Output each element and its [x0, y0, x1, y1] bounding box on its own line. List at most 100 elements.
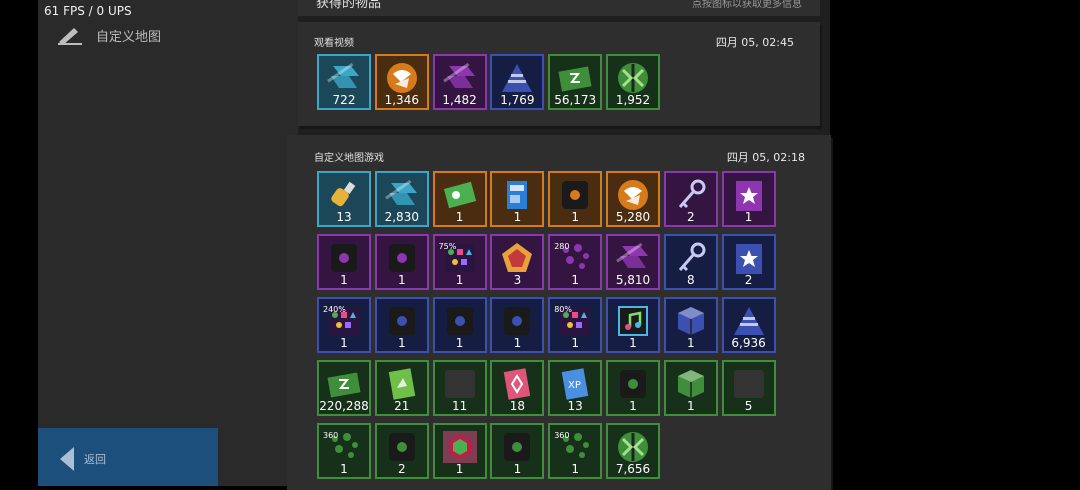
- stripes-icon: [327, 62, 359, 88]
- fps-counter: 61 FPS / 0 UPS: [44, 4, 132, 18]
- item-tile[interactable]: 1: [490, 171, 545, 227]
- cube-icon: [677, 307, 704, 335]
- item-count: 1,952: [615, 93, 651, 107]
- item-count: 2: [686, 210, 695, 224]
- banner-icon: [388, 368, 416, 400]
- item-tile[interactable]: 1,952: [606, 54, 660, 110]
- item-count: 1,482: [442, 93, 477, 107]
- item-count: 5: [744, 399, 753, 413]
- item-badge: 280: [554, 242, 570, 251]
- panel-title: 观看视频: [314, 38, 354, 49]
- coin-icon: [386, 63, 417, 93]
- item-tile[interactable]: 1: [432, 423, 487, 479]
- chip-icon: [504, 433, 531, 461]
- item-tile[interactable]: 1: [432, 297, 487, 353]
- item-count: 2,830: [384, 210, 419, 224]
- item-tile[interactable]: 1,346: [374, 54, 429, 110]
- music-icon: [618, 306, 648, 336]
- item-tile[interactable]: 75% 1: [432, 234, 487, 290]
- item-count: 1: [397, 336, 406, 350]
- item-tile[interactable]: 5: [721, 360, 776, 416]
- item-tile[interactable]: 1: [721, 171, 776, 227]
- item-tile[interactable]: 80% 1: [548, 297, 603, 353]
- item-tile[interactable]: 8: [663, 234, 718, 290]
- item-count: 5,810: [615, 273, 651, 287]
- item-tile[interactable]: 7,656: [606, 423, 660, 479]
- item-tile[interactable]: 2: [721, 234, 776, 290]
- panel-title: 自定义地图游戏: [314, 153, 384, 164]
- item-tile[interactable]: 220,288: [317, 360, 371, 416]
- items-header: 获得的物品 点按图标以获取更多信息: [298, 0, 820, 16]
- item-tile[interactable]: 2: [374, 423, 429, 479]
- back-button[interactable]: 返回: [58, 446, 106, 472]
- chip-icon: [620, 370, 646, 398]
- item-tile[interactable]: 5,280: [606, 171, 660, 227]
- item-tile[interactable]: 1: [432, 171, 487, 227]
- item-tile[interactable]: 3: [490, 234, 545, 290]
- item-tile[interactable]: 1: [490, 423, 545, 479]
- item-tile[interactable]: 1: [663, 297, 718, 353]
- item-tile[interactable]: 1: [606, 360, 660, 416]
- green-coin-icon: [618, 63, 648, 93]
- star-banner-icon: [735, 181, 762, 211]
- item-tile[interactable]: 280 1: [548, 234, 603, 290]
- item-tile[interactable]: 11: [432, 360, 487, 416]
- chip-icon: [388, 244, 415, 272]
- item-count: 722: [332, 93, 356, 107]
- item-tile[interactable]: 1: [317, 234, 371, 290]
- pentagon-icon: [502, 243, 533, 272]
- item-tile[interactable]: 1: [606, 297, 660, 353]
- item-count: 1: [340, 336, 348, 350]
- item-badge: 240%: [323, 305, 346, 314]
- item-count: 3: [513, 273, 522, 287]
- item-tile[interactable]: 18: [490, 360, 545, 416]
- item-tile[interactable]: 56,173: [548, 54, 603, 110]
- item-tile[interactable]: 1: [490, 297, 545, 353]
- item-tile[interactable]: 240% 1: [317, 297, 371, 353]
- item-count: 1: [340, 462, 348, 476]
- item-tile[interactable]: 360 1: [548, 423, 603, 479]
- item-count: 1: [744, 210, 753, 224]
- stripes-icon: [384, 179, 417, 205]
- item-tile[interactable]: 2: [663, 171, 718, 227]
- item-count: 1: [686, 399, 695, 413]
- item-tile[interactable]: 5,810: [606, 234, 660, 290]
- chip-icon: [446, 307, 473, 335]
- item-count: 1: [571, 273, 579, 287]
- item-tile[interactable]: 13: [317, 171, 371, 227]
- item-count: 1: [397, 273, 406, 287]
- sidebar: [38, 0, 298, 486]
- item-count: 1: [629, 336, 637, 350]
- item-tile[interactable]: 1: [548, 171, 603, 227]
- green-coin-icon: [618, 432, 648, 462]
- item-count: 1: [455, 462, 464, 476]
- item-tile[interactable]: 1: [374, 297, 429, 353]
- item-count: 1: [571, 210, 579, 224]
- sidebar-item-custom-map[interactable]: 自定义地图: [56, 24, 161, 46]
- item-tile[interactable]: 6,936: [721, 297, 776, 353]
- item-count: 56,173: [554, 93, 597, 107]
- item-count: 5,280: [615, 210, 651, 224]
- chip-icon: [562, 181, 589, 209]
- edit-map-icon: [58, 28, 82, 45]
- item-tile[interactable]: 2,830: [374, 171, 429, 227]
- item-count: 1,769: [500, 93, 535, 107]
- item-tile[interactable]: XP 13: [548, 360, 603, 416]
- item-tile[interactable]: 722: [317, 54, 371, 110]
- item-count: 6,936: [731, 336, 766, 350]
- item-tile[interactable]: 1,769: [490, 54, 545, 110]
- item-tile[interactable]: 360 1: [317, 423, 371, 479]
- chip-icon: [331, 244, 357, 272]
- item-tile[interactable]: 1,482: [432, 54, 487, 110]
- item-badge: 75%: [438, 242, 457, 251]
- item-tile[interactable]: 21: [374, 360, 429, 416]
- stripes-icon: [616, 242, 648, 268]
- chip-icon: [388, 307, 415, 335]
- item-count: 21: [394, 399, 410, 413]
- item-badge: 80%: [554, 305, 572, 314]
- item-tile[interactable]: 1: [663, 360, 718, 416]
- item-count: 8: [686, 273, 695, 287]
- item-count: 11: [451, 399, 468, 413]
- item-count: 13: [567, 399, 583, 413]
- item-tile[interactable]: 1: [374, 234, 429, 290]
